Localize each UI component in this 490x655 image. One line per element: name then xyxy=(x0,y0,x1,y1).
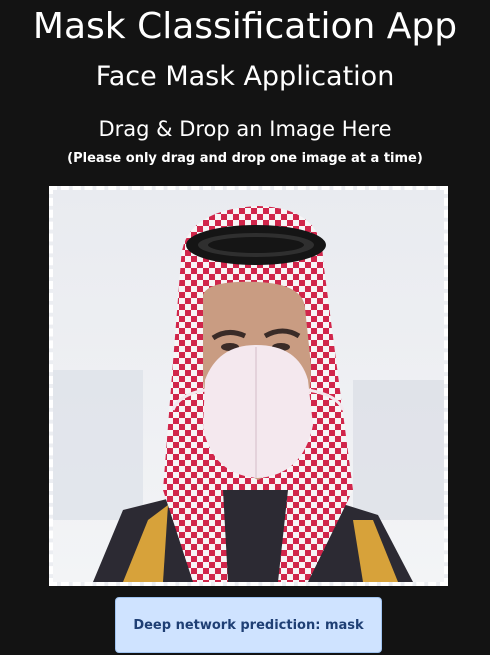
app-title: Mask Classification App xyxy=(32,6,458,47)
drop-instructions: Drag & Drop an Image Here xyxy=(98,117,392,141)
drop-note: (Please only drag and drop one image at … xyxy=(67,151,423,166)
uploaded-image xyxy=(53,190,444,582)
prediction-button[interactable]: Deep network prediction: mask xyxy=(115,597,382,653)
app-subtitle: Face Mask Application xyxy=(95,61,395,92)
image-drop-zone[interactable] xyxy=(49,186,448,586)
